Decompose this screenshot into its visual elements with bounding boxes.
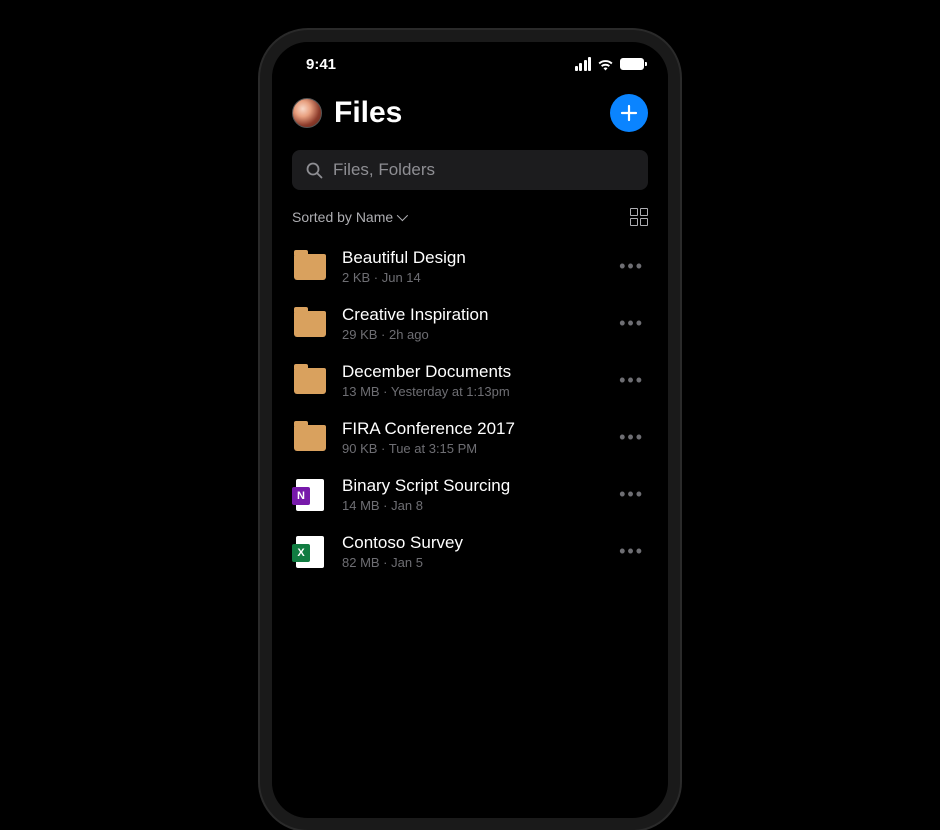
- list-item[interactable]: FIRA Conference 2017 90 KB · Tue at 3:15…: [272, 409, 668, 466]
- plus-icon: [619, 103, 639, 123]
- grid-view-button[interactable]: [630, 208, 648, 226]
- more-button[interactable]: •••: [615, 366, 648, 395]
- file-name: Beautiful Design: [342, 248, 601, 268]
- file-name: Binary Script Sourcing: [342, 476, 601, 496]
- page-title: Files: [334, 96, 402, 130]
- cellular-signal-icon: [575, 57, 592, 71]
- search-placeholder: Files, Folders: [333, 160, 435, 180]
- file-meta: 14 MB · Jan 8: [342, 498, 601, 513]
- chevron-down-icon: [397, 210, 408, 221]
- add-button[interactable]: [610, 94, 648, 132]
- folder-icon: [292, 420, 328, 456]
- more-button[interactable]: •••: [615, 480, 648, 509]
- file-name: Creative Inspiration: [342, 305, 601, 325]
- more-button[interactable]: •••: [615, 309, 648, 338]
- list-item[interactable]: N Binary Script Sourcing 14 MB · Jan 8 •…: [272, 466, 668, 523]
- file-meta: 82 MB · Jan 5: [342, 555, 601, 570]
- file-list: Beautiful Design 2 KB · Jun 14 ••• Creat…: [272, 238, 668, 818]
- sort-label-text: Sorted by Name: [292, 209, 393, 225]
- phone-frame: 9:41 Files: [260, 30, 680, 830]
- file-name: FIRA Conference 2017: [342, 419, 601, 439]
- file-meta: 2 KB · Jun 14: [342, 270, 601, 285]
- screen: 9:41 Files: [272, 42, 668, 818]
- list-item[interactable]: December Documents 13 MB · Yesterday at …: [272, 352, 668, 409]
- avatar[interactable]: [292, 98, 322, 128]
- sort-row: Sorted by Name: [272, 204, 668, 238]
- list-item[interactable]: Beautiful Design 2 KB · Jun 14 •••: [272, 238, 668, 295]
- onenote-icon: N: [292, 477, 328, 513]
- sort-button[interactable]: Sorted by Name: [292, 209, 405, 225]
- wifi-icon: [597, 58, 614, 71]
- list-item[interactable]: X Contoso Survey 82 MB · Jan 5 •••: [272, 523, 668, 580]
- search-icon: [306, 162, 323, 179]
- more-button[interactable]: •••: [615, 252, 648, 281]
- more-button[interactable]: •••: [615, 537, 648, 566]
- folder-icon: [292, 306, 328, 342]
- excel-icon: X: [292, 534, 328, 570]
- file-name: December Documents: [342, 362, 601, 382]
- status-indicators: [575, 57, 645, 71]
- file-meta: 29 KB · 2h ago: [342, 327, 601, 342]
- search-input[interactable]: Files, Folders: [292, 150, 648, 190]
- file-meta: 13 MB · Yesterday at 1:13pm: [342, 384, 601, 399]
- file-meta: 90 KB · Tue at 3:15 PM: [342, 441, 601, 456]
- more-button[interactable]: •••: [615, 423, 648, 452]
- status-time: 9:41: [296, 56, 336, 73]
- header: Files: [272, 86, 668, 144]
- battery-icon: [620, 58, 644, 70]
- folder-icon: [292, 363, 328, 399]
- phone-notch: [380, 42, 560, 70]
- list-item[interactable]: Creative Inspiration 29 KB · 2h ago •••: [272, 295, 668, 352]
- file-name: Contoso Survey: [342, 533, 601, 553]
- folder-icon: [292, 249, 328, 285]
